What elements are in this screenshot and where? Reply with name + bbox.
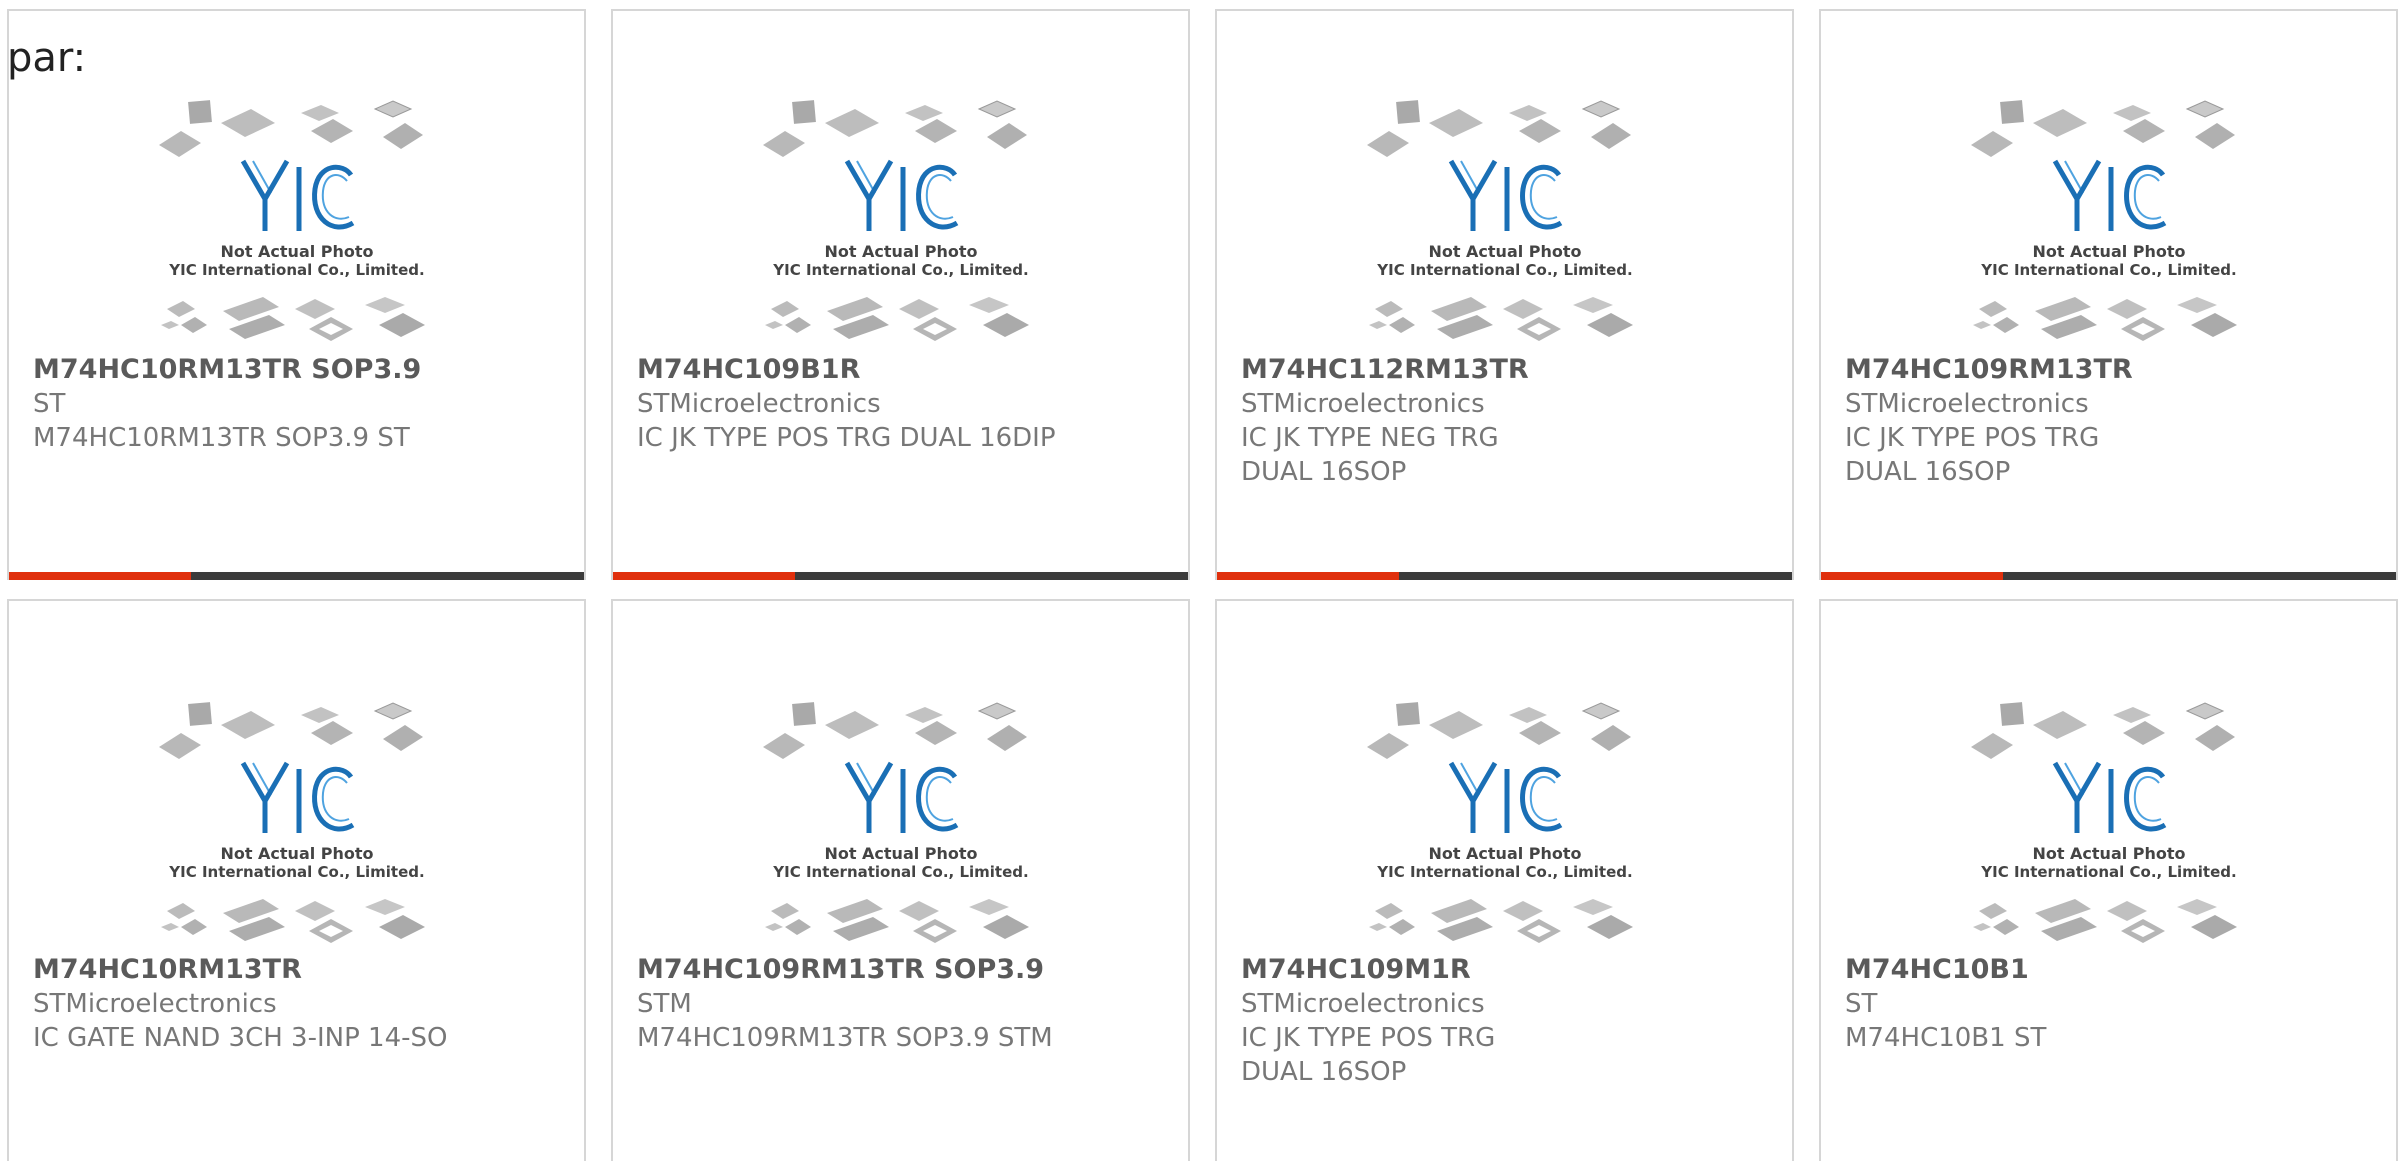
description: M74HC10B1 ST [1845, 1023, 2047, 1053]
card-bottom-bar [9, 572, 584, 580]
card-bottom-bar [1821, 572, 2396, 580]
part-number[interactable]: M74HC10B1 [1845, 953, 2372, 987]
description: M74HC10RM13TR SOP3.9 ST [33, 423, 410, 453]
manufacturer: STMicroelectronics [1241, 989, 1485, 1019]
part-number[interactable]: M74HC10RM13TR [33, 953, 560, 987]
part-number[interactable]: M74HC112RM13TR [1241, 353, 1768, 387]
svg-text:Not Actual Photo: Not Actual Photo [220, 844, 373, 863]
svg-text:YIC International Co., Limited: YIC International Co., Limited. [772, 261, 1028, 279]
card-accent-bar [1821, 572, 2003, 580]
manufacturer: STM [637, 989, 692, 1019]
part-number[interactable]: M74HC109M1R [1241, 953, 1768, 987]
product-placeholder-image: Not Actual Photo YIC International Co., … [1969, 99, 2249, 359]
svg-text:YIC International Co., Limited: YIC International Co., Limited. [1376, 863, 1632, 881]
part-number[interactable]: M74HC109RM13TR [1845, 353, 2372, 387]
product-card[interactable]: Not Actual Photo YIC International Co., … [7, 599, 586, 1161]
manufacturer: STMicroelectronics [33, 989, 277, 1019]
product-placeholder-image: Not Actual Photo YIC International Co., … [157, 99, 437, 359]
card-accent-bar [9, 572, 191, 580]
svg-text:Not Actual Photo: Not Actual Photo [2032, 242, 2185, 261]
svg-text:YIC International Co., Limited: YIC International Co., Limited. [1980, 261, 2236, 279]
page-prefix-text: par: [7, 35, 87, 81]
svg-text:YIC International Co., Limited: YIC International Co., Limited. [772, 863, 1028, 881]
description: IC JK TYPE POS TRG DUAL 16SOP [1845, 423, 2100, 487]
svg-text:YIC International Co., Limited: YIC International Co., Limited. [1980, 863, 2236, 881]
product-card[interactable]: Not Actual Photo YIC International Co., … [1819, 9, 2398, 580]
manufacturer: ST [33, 389, 66, 419]
description: IC GATE NAND 3CH 3-INP 14-SO [33, 1023, 448, 1053]
product-placeholder-image: Not Actual Photo YIC International Co., … [1969, 701, 2249, 961]
svg-text:YIC International Co., Limited: YIC International Co., Limited. [1376, 261, 1632, 279]
description: IC JK TYPE NEG TRG DUAL 16SOP [1241, 423, 1499, 487]
product-placeholder-image: Not Actual Photo YIC International Co., … [761, 99, 1041, 359]
manufacturer: STMicroelectronics [1845, 389, 2089, 419]
description: IC JK TYPE POS TRG DUAL 16DIP [637, 423, 1056, 453]
description: IC JK TYPE POS TRG DUAL 16SOP [1241, 1023, 1496, 1087]
card-accent-bar [1217, 572, 1399, 580]
product-card[interactable]: Not Actual Photo YIC International Co., … [7, 9, 586, 580]
product-placeholder-image: Not Actual Photo YIC International Co., … [1365, 701, 1645, 961]
manufacturer: ST [1845, 989, 1878, 1019]
svg-text:Not Actual Photo: Not Actual Photo [220, 242, 373, 261]
card-accent-bar [613, 572, 795, 580]
product-placeholder-image: Not Actual Photo YIC International Co., … [1365, 99, 1645, 359]
product-card[interactable]: Not Actual Photo YIC International Co., … [611, 599, 1190, 1161]
product-placeholder-image: Not Actual Photo YIC International Co., … [157, 701, 437, 961]
svg-text:YIC International Co., Limited: YIC International Co., Limited. [168, 261, 424, 279]
part-number[interactable]: M74HC10RM13TR SOP3.9 [33, 353, 560, 387]
part-number[interactable]: M74HC109B1R [637, 353, 1164, 387]
product-card[interactable]: Not Actual Photo YIC International Co., … [611, 9, 1190, 580]
product-card[interactable]: Not Actual Photo YIC International Co., … [1215, 9, 1794, 580]
product-placeholder-image: Not Actual Photo YIC International Co., … [761, 701, 1041, 961]
part-number[interactable]: M74HC109RM13TR SOP3.9 [637, 953, 1164, 987]
svg-text:Not Actual Photo: Not Actual Photo [1428, 844, 1581, 863]
product-card[interactable]: Not Actual Photo YIC International Co., … [1215, 599, 1794, 1161]
svg-text:Not Actual Photo: Not Actual Photo [1428, 242, 1581, 261]
description: M74HC109RM13TR SOP3.9 STM [637, 1023, 1053, 1053]
card-bottom-bar [1217, 572, 1792, 580]
manufacturer: STMicroelectronics [637, 389, 881, 419]
manufacturer: STMicroelectronics [1241, 389, 1485, 419]
svg-text:Not Actual Photo: Not Actual Photo [824, 242, 977, 261]
card-bottom-bar [613, 572, 1188, 580]
product-card[interactable]: Not Actual Photo YIC International Co., … [1819, 599, 2398, 1161]
product-grid-page: par: Not Actual Photo YIC International … [0, 0, 2400, 1161]
svg-text:Not Actual Photo: Not Actual Photo [824, 844, 977, 863]
svg-text:Not Actual Photo: Not Actual Photo [2032, 844, 2185, 863]
svg-text:YIC International Co., Limited: YIC International Co., Limited. [168, 863, 424, 881]
